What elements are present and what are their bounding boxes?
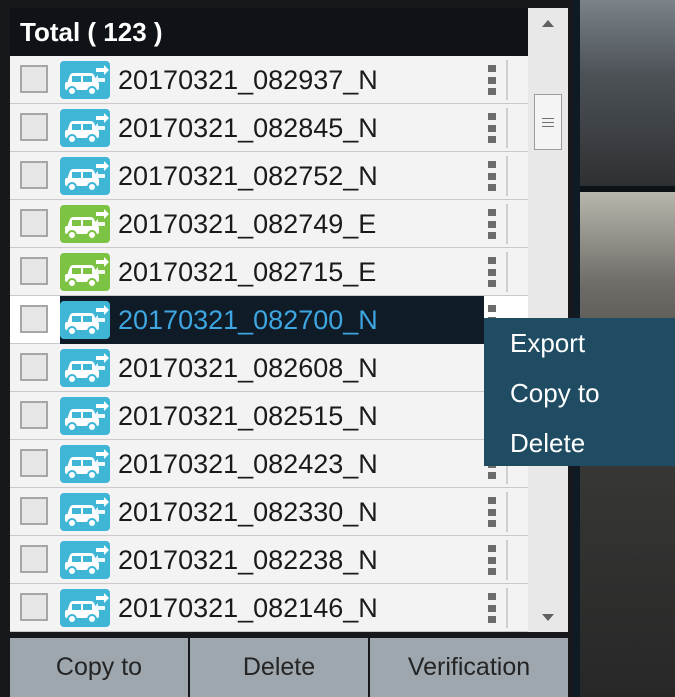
car-transfer-icon	[60, 253, 110, 291]
recording-name: 20170321_082608_N	[118, 353, 378, 383]
menu-item-delete[interactable]: Delete	[510, 418, 585, 468]
car-transfer-icon	[60, 493, 110, 531]
list-item-selected[interactable]: 20170321_082700_N	[10, 296, 528, 344]
row-separator	[506, 492, 508, 532]
vertical-dots-icon[interactable]	[488, 161, 498, 191]
car-transfer-icon	[60, 445, 110, 483]
car-transfer-icon	[60, 541, 110, 579]
row-separator	[506, 540, 508, 580]
vertical-dots-icon[interactable]	[488, 257, 498, 287]
list-item[interactable]: 20170321_082749_E	[10, 200, 528, 248]
row-context-menu: Export Copy to Delete	[484, 318, 675, 466]
vertical-dots-icon[interactable]	[488, 65, 498, 95]
car-transfer-icon	[60, 157, 110, 195]
recording-name: 20170321_082845_N	[118, 113, 378, 143]
vertical-dots-icon[interactable]	[488, 113, 498, 143]
vertical-dots-icon[interactable]	[488, 545, 498, 575]
car-transfer-icon	[60, 397, 110, 435]
row-checkbox[interactable]	[20, 401, 48, 429]
car-transfer-icon	[60, 61, 110, 99]
video-frame-top	[580, 0, 675, 186]
scroll-thumb[interactable]	[534, 94, 562, 150]
recording-name: 20170321_082423_N	[118, 449, 378, 479]
row-separator	[506, 156, 508, 196]
car-transfer-icon	[60, 109, 110, 147]
row-separator	[506, 204, 508, 244]
vertical-dots-icon[interactable]	[488, 593, 498, 623]
copy-to-button[interactable]: Copy to	[10, 638, 190, 697]
recording-name: 20170321_082749_E	[118, 209, 377, 239]
list-item[interactable]: 20170321_082238_N	[10, 536, 528, 584]
recording-name: 20170321_082700_N	[118, 305, 378, 335]
recording-name: 20170321_082715_E	[118, 257, 377, 287]
row-checkbox[interactable]	[20, 353, 48, 381]
list-header-total: Total ( 123 )	[10, 8, 528, 56]
row-checkbox[interactable]	[20, 593, 48, 621]
recording-list: 20170321_082937_N 20170321_082845_N 2017…	[10, 56, 528, 632]
car-transfer-icon	[60, 589, 110, 627]
row-separator	[506, 108, 508, 148]
vertical-dots-icon[interactable]	[488, 497, 498, 527]
row-separator	[506, 252, 508, 292]
car-transfer-icon	[60, 205, 110, 243]
list-item[interactable]: 20170321_082937_N	[10, 56, 528, 104]
bottom-action-bar: Copy to Delete Verification	[10, 638, 568, 697]
recording-name: 20170321_082937_N	[118, 65, 378, 95]
row-checkbox[interactable]	[20, 209, 48, 237]
list-item[interactable]: 20170321_082608_N	[10, 344, 528, 392]
list-item[interactable]: 20170321_082715_E	[10, 248, 528, 296]
list-item[interactable]: 20170321_082330_N	[10, 488, 528, 536]
recording-name: 20170321_082146_N	[118, 593, 378, 623]
row-checkbox[interactable]	[20, 545, 48, 573]
car-transfer-icon	[60, 301, 110, 339]
menu-item-export[interactable]: Export	[510, 318, 585, 368]
row-checkbox[interactable]	[20, 497, 48, 525]
recording-name: 20170321_082330_N	[118, 497, 378, 527]
list-item[interactable]: 20170321_082146_N	[10, 584, 528, 632]
scroll-up-arrow-icon[interactable]	[528, 8, 568, 38]
row-checkbox[interactable]	[20, 257, 48, 285]
row-checkbox[interactable]	[20, 65, 48, 93]
row-separator	[506, 60, 508, 100]
menu-item-copy-to[interactable]: Copy to	[510, 368, 600, 418]
list-item[interactable]: 20170321_082752_N	[10, 152, 528, 200]
delete-button[interactable]: Delete	[190, 638, 370, 697]
row-checkbox[interactable]	[20, 305, 48, 333]
list-item[interactable]: 20170321_082423_N	[10, 440, 528, 488]
recording-name: 20170321_082752_N	[118, 161, 378, 191]
row-checkbox[interactable]	[20, 161, 48, 189]
car-transfer-icon	[60, 349, 110, 387]
verification-button[interactable]: Verification	[370, 638, 568, 697]
row-checkbox[interactable]	[20, 449, 48, 477]
list-item[interactable]: 20170321_082515_N	[10, 392, 528, 440]
row-checkbox[interactable]	[20, 113, 48, 141]
recording-name: 20170321_082515_N	[118, 401, 378, 431]
list-item[interactable]: 20170321_082845_N	[10, 104, 528, 152]
vertical-dots-icon[interactable]	[488, 209, 498, 239]
recording-name: 20170321_082238_N	[118, 545, 378, 575]
scroll-down-arrow-icon[interactable]	[528, 602, 568, 632]
row-separator	[506, 588, 508, 628]
